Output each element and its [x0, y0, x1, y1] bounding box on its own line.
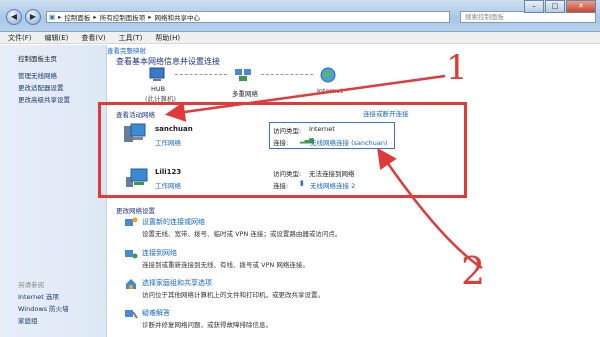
annotation-number-2: 2: [461, 249, 486, 293]
annotation-arrows: [165, 74, 483, 270]
annotation-number-1: 1: [446, 48, 468, 88]
